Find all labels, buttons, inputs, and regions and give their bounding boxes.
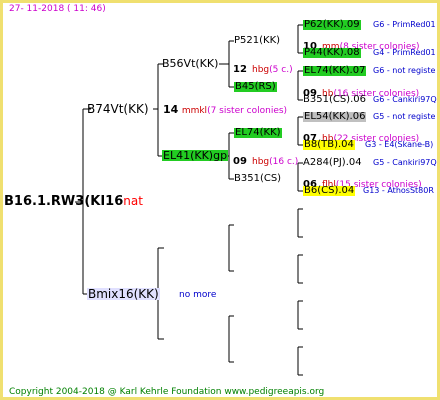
copyright: Copyright 2004-2018 @ Karl Kehrle Founda… (9, 387, 325, 397)
gen4-node[interactable]: B351(CS).06 (303, 95, 366, 105)
gen4-node[interactable]: A284(PJ).04 (303, 158, 362, 168)
sire-count: 14 (163, 103, 179, 116)
gen4-code: G13 - AthosSt80R (363, 186, 434, 195)
sire-sire-count: 12 (233, 64, 247, 75)
dam-note: no more (179, 290, 217, 300)
gen4-node[interactable]: EL74(KK).07 (303, 66, 367, 76)
sire-dam-count: 09 (233, 156, 247, 167)
gen4-node[interactable]: B6(CS).04 (303, 186, 356, 196)
gen4-node[interactable]: P44(KK).08 (303, 48, 361, 58)
sire-info: 14 mmkl(7 sister colonies) (163, 104, 287, 116)
sire-mark: mmkl (181, 106, 208, 116)
sd-sire-node[interactable]: EL74(KK) (234, 128, 282, 138)
gen4-node[interactable]: P62(KK).09 (303, 20, 361, 30)
sire-dam-sisters: (16 c.) (269, 157, 299, 167)
gen4-node[interactable]: EL54(KK).06 (303, 112, 367, 122)
gen4-code: G6 - PrimRed01 (373, 20, 436, 29)
ss-sire-node[interactable]: P521(KK) (234, 36, 280, 46)
sire-dam-info: 09 hbg(16 c.) (233, 151, 298, 167)
gen4-code: G5 - Cankiri97Q (373, 158, 437, 167)
gen4-code: G6 - not registe (373, 66, 436, 75)
gen4-code: G5 - not registe (373, 112, 436, 121)
sire-sisters: (7 sister colonies) (207, 106, 288, 116)
sire-node[interactable]: B74Vt(KK) (87, 103, 149, 115)
root-node[interactable]: B16.1.RW3(KI16nat (4, 195, 143, 208)
pedigree-frame: 27- 11-2018 ( 11: 46) B16.1.RW3(KI16nat … (0, 0, 440, 400)
dam-node[interactable]: Bmix16(KK) (87, 288, 160, 300)
sire-dam-mark: hbg (252, 157, 270, 167)
timestamp: 27- 11-2018 ( 11: 46) (9, 4, 106, 14)
sd-dam-node[interactable]: B351(CS) (234, 174, 281, 184)
sire-sire-node[interactable]: B56Vt(KK) (162, 58, 218, 69)
ss-dam-node[interactable]: B45(RS) (234, 82, 277, 92)
sire-sire-info: 12 hbg(5 c.) (233, 59, 293, 75)
gen4-node[interactable]: B8(TB).04 (303, 140, 355, 150)
gen4-code: G4 - PrimRed01 (373, 48, 436, 57)
gen4-code: G6 - Cankiri97Q (373, 95, 437, 104)
root-suffix: nat (123, 194, 143, 208)
gen4-code: G3 - E4(Skane-B) (365, 140, 434, 149)
sire-dam-node[interactable]: EL41(KK)gp (162, 150, 229, 161)
sire-sire-sisters: (5 c.) (269, 65, 293, 75)
root-name: B16.1.RW3(KI16 (4, 194, 124, 209)
sire-sire-mark: hbg (252, 65, 270, 75)
